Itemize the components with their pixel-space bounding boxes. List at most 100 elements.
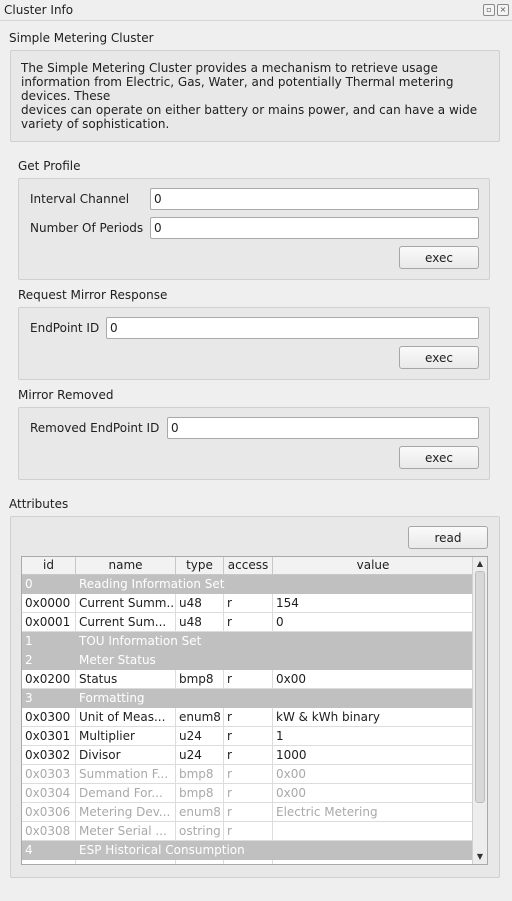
cell-access: r: [224, 670, 273, 689]
cell-name: Multiplier: [76, 727, 176, 746]
table-row[interactable]: 0x0301 Multiplier u24 r 1: [22, 727, 473, 746]
cell-name: Current Summ...: [76, 594, 176, 613]
cell-name: Metering Dev...: [76, 803, 176, 822]
cell-name: Summation F...: [76, 765, 176, 784]
cell-type: ostring: [176, 822, 224, 841]
table-row[interactable]: 0x0001 Current Sum... u48 r 0: [22, 613, 473, 632]
cell-type: bmp8: [176, 670, 224, 689]
table-row[interactable]: 0x0400Instanta...s24r0: [22, 860, 473, 864]
table-row[interactable]: 0x0304 Demand For... bmp8 r 0x00: [22, 784, 473, 803]
scroll-down-icon[interactable]: ▼: [473, 850, 487, 864]
cell-id: 0x0200: [22, 670, 76, 689]
cell-value: [273, 822, 473, 841]
cell-name: Divisor: [76, 746, 176, 765]
cell-access: r: [224, 784, 273, 803]
get-profile-title: Get Profile: [18, 159, 81, 173]
cell-id: 0x0308: [22, 822, 76, 841]
table-row[interactable]: 0x0300 Unit of Meas... enum8 r kW & kWh bina…: [22, 708, 473, 727]
cell-value: 1: [273, 727, 473, 746]
removed-endpoint-id-input[interactable]: [167, 417, 479, 439]
table-row[interactable]: 0x0200 Status bmp8 r 0x00: [22, 670, 473, 689]
table-row[interactable]: 0x0308 Meter Serial ... ostring r: [22, 822, 473, 841]
cell-name: Demand For...: [76, 784, 176, 803]
cell-id: 0x0303: [22, 765, 76, 784]
mirror-removed-title: Mirror Removed: [18, 388, 114, 402]
group-id-cell: 2: [25, 653, 33, 667]
number-of-periods-label: Number Of Periods: [30, 221, 144, 235]
float-icon[interactable]: ▫: [483, 4, 495, 16]
cell-name: Current Sum...: [76, 613, 176, 632]
number-of-periods-input[interactable]: [150, 217, 479, 239]
table-row[interactable]: 0x0303 Summation F... bmp8 r 0x00: [22, 765, 473, 784]
cell-access: r: [224, 708, 273, 727]
column-header-access[interactable]: access: [224, 557, 273, 575]
cell-id: 0x0302: [22, 746, 76, 765]
cell-value: 0x00: [273, 670, 473, 689]
cell-access: r: [224, 765, 273, 784]
cell-access: r: [224, 613, 273, 632]
cell-value: 0x00: [273, 765, 473, 784]
scroll-up-icon[interactable]: ▲: [473, 557, 487, 571]
cell-name: Meter Serial ...: [76, 822, 176, 841]
cell-type: u24: [176, 746, 224, 765]
cell-value: 154: [273, 594, 473, 613]
table-body: 0 Reading Information Set 0x0000 Current Su…: [22, 575, 473, 864]
table-group-row[interactable]: 4 ESP Historical Consumption: [22, 841, 473, 860]
mirror-removed-exec-button[interactable]: exec: [399, 446, 479, 469]
cell-name: Status: [76, 670, 176, 689]
cell-type: s24: [176, 860, 224, 864]
column-header-id[interactable]: id: [22, 557, 76, 575]
group-id-cell: 0: [25, 577, 33, 591]
interval-channel-input[interactable]: [150, 188, 479, 210]
get-profile-exec-button[interactable]: exec: [399, 246, 479, 269]
table-row[interactable]: 0x0000 Current Summ... u48 r 154: [22, 594, 473, 613]
cell-id: 0x0001: [22, 613, 76, 632]
cell-type: enum8: [176, 708, 224, 727]
cell-name: Unit of Meas...: [76, 708, 176, 727]
cell-value: 0: [273, 860, 473, 864]
attributes-title: Attributes: [9, 497, 69, 511]
group-name-cell: Formatting: [79, 691, 145, 705]
cell-type: enum8: [176, 803, 224, 822]
cell-access: r: [224, 803, 273, 822]
close-icon[interactable]: ×: [497, 4, 509, 16]
group-name-cell: Meter Status: [79, 653, 156, 667]
cell-type: u48: [176, 594, 224, 613]
table-row[interactable]: 0x0302 Divisor u24 r 1000: [22, 746, 473, 765]
group-name-cell: ESP Historical Consumption: [79, 843, 245, 857]
interval-channel-label: Interval Channel: [30, 192, 130, 206]
group-name-cell: Reading Information Set: [79, 577, 225, 591]
cell-id: 0x0301: [22, 727, 76, 746]
read-button[interactable]: read: [408, 526, 488, 549]
cell-access: r: [224, 727, 273, 746]
cell-id: 0x0400: [22, 860, 76, 864]
table-row[interactable]: 0x0306 Metering Dev... enum8 r Electric Mete…: [22, 803, 473, 822]
cell-id: 0x0304: [22, 784, 76, 803]
column-header-value[interactable]: value: [273, 557, 473, 575]
cell-id: 0x0000: [22, 594, 76, 613]
endpoint-id-label: EndPoint ID: [30, 321, 100, 335]
column-header-type[interactable]: type: [176, 557, 224, 575]
table-scrollbar[interactable]: ▲ ▼: [472, 557, 487, 864]
request-mirror-title: Request Mirror Response: [18, 288, 168, 302]
request-mirror-exec-button[interactable]: exec: [399, 346, 479, 369]
cell-value: kW & kWh binary: [273, 708, 473, 727]
cell-value: 1000: [273, 746, 473, 765]
cell-id: 0x0300: [22, 708, 76, 727]
cluster-description: The Simple Metering Cluster provides a m…: [21, 61, 478, 131]
cell-type: u24: [176, 727, 224, 746]
cell-id: 0x0306: [22, 803, 76, 822]
table-group-row[interactable]: 0 Reading Information Set: [22, 575, 473, 594]
cell-type: bmp8: [176, 784, 224, 803]
column-header-name[interactable]: name: [76, 557, 176, 575]
table-group-row[interactable]: 3 Formatting: [22, 689, 473, 708]
cell-value: 0: [273, 613, 473, 632]
cell-type: bmp8: [176, 765, 224, 784]
table-header: id name type access value: [22, 557, 473, 575]
attributes-table[interactable]: id name type access value 0 Reading Infor…: [21, 556, 488, 865]
table-group-row[interactable]: 1 TOU Information Set: [22, 632, 473, 651]
cluster-name: Simple Metering Cluster: [9, 31, 154, 45]
endpoint-id-input[interactable]: [106, 317, 479, 339]
scrollbar-thumb[interactable]: [475, 571, 485, 803]
table-group-row[interactable]: 2 Meter Status: [22, 651, 473, 670]
